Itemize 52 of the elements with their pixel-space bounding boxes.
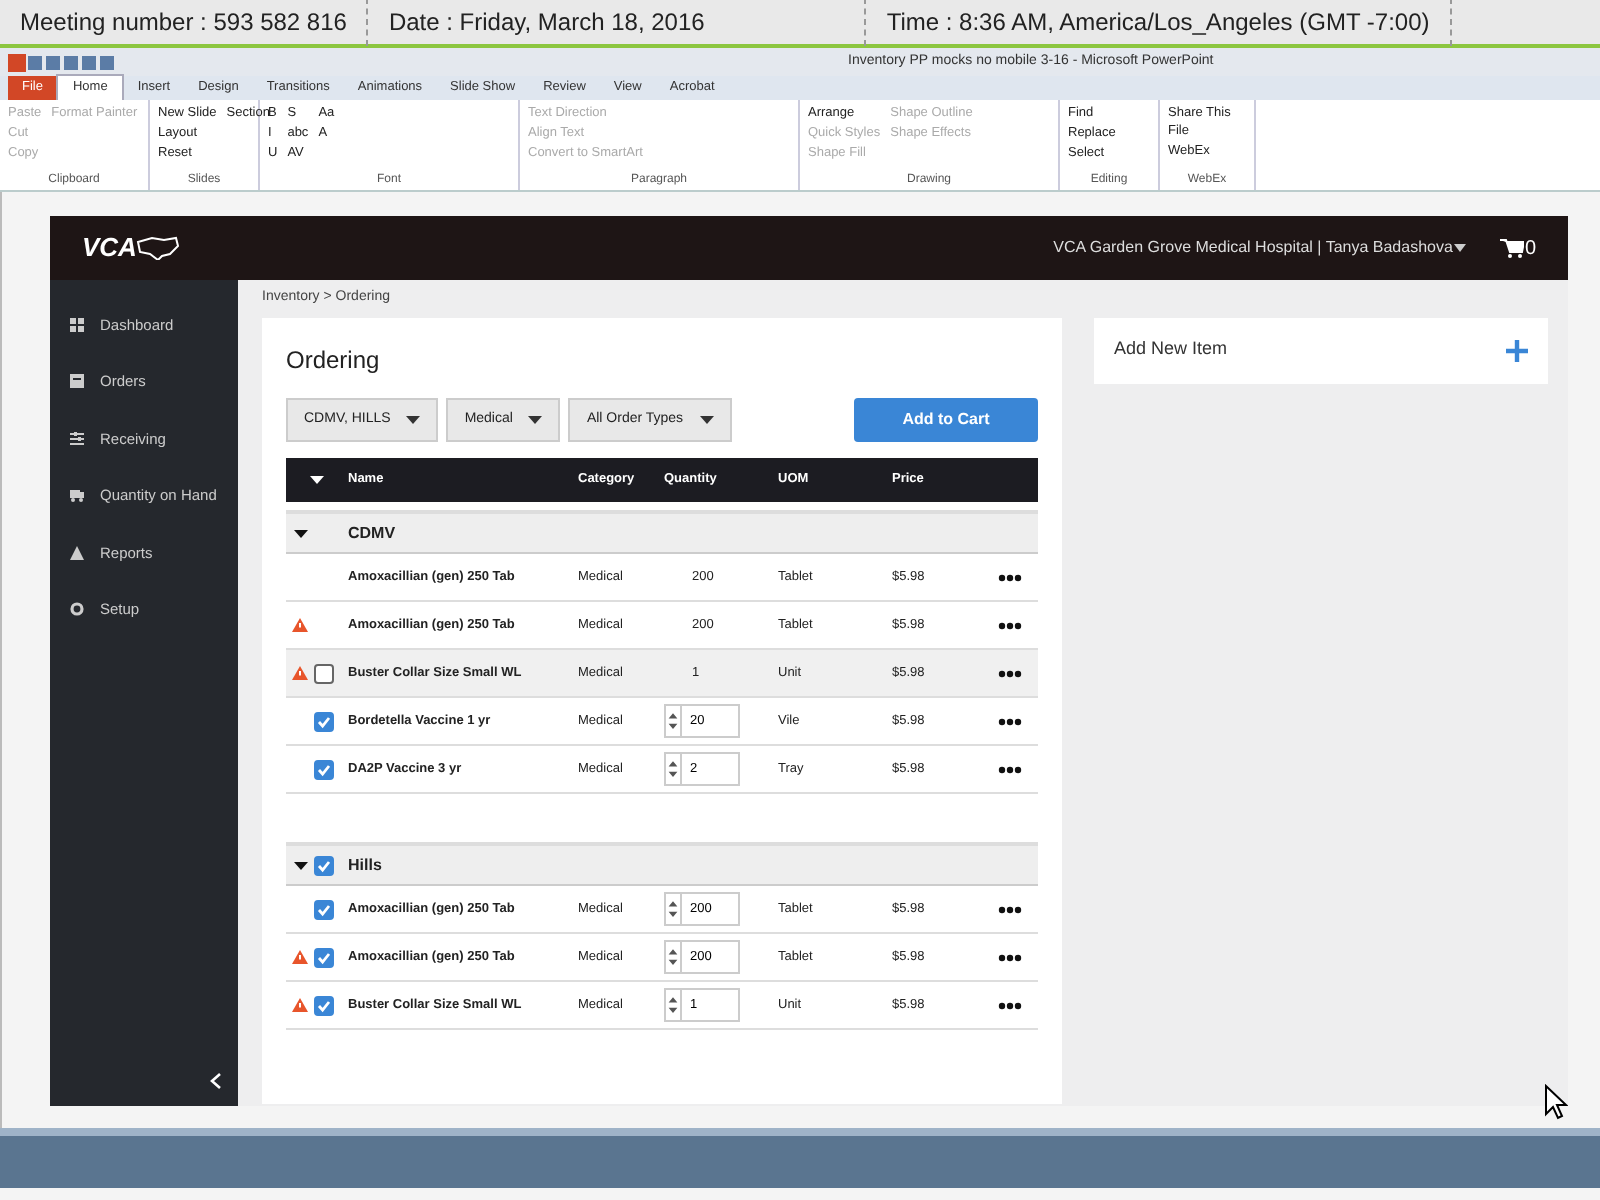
cart-icon[interactable]	[1500, 238, 1525, 258]
more-icon[interactable]	[998, 669, 1022, 677]
stepper-arrows-icon[interactable]	[664, 752, 680, 786]
warning-icon	[70, 545, 84, 560]
gear-icon	[70, 602, 84, 617]
plus-icon[interactable]	[1506, 339, 1528, 361]
meeting-info: Meeting number : 593 582 816	[0, 0, 369, 46]
meeting-info: Date : Friday, March 18, 2016	[368, 0, 867, 46]
checkbox[interactable]	[314, 899, 334, 919]
app-icon	[8, 53, 26, 71]
more-icon[interactable]	[998, 717, 1022, 725]
caret-icon[interactable]	[293, 529, 307, 537]
sliders-icon	[70, 431, 84, 446]
checkbox[interactable]	[314, 995, 334, 1015]
checkbox[interactable]	[314, 759, 334, 779]
group-name: CDMV	[348, 521, 398, 545]
map-icon	[136, 236, 181, 260]
group-row[interactable]: CDMV	[286, 510, 1038, 554]
cursor-icon	[1544, 1084, 1568, 1120]
caret-icon[interactable]	[310, 476, 324, 484]
more-icon[interactable]	[998, 621, 1022, 629]
checkbox[interactable]	[314, 711, 334, 731]
more-icon[interactable]	[998, 1001, 1022, 1009]
stepper-arrows-icon[interactable]	[664, 704, 680, 738]
more-icon[interactable]	[998, 905, 1022, 913]
chevron-left-icon[interactable]	[210, 1072, 222, 1090]
stepper-arrows-icon[interactable]	[664, 892, 680, 926]
checkbox[interactable]	[314, 855, 334, 875]
cart-count: 0	[1524, 235, 1536, 263]
card-title: Add New Item	[1114, 336, 1228, 363]
page-heading: Ordering	[286, 343, 382, 377]
grid-icon	[70, 317, 84, 332]
caret-icon	[699, 415, 714, 424]
stepper-arrows-icon[interactable]	[664, 988, 680, 1022]
caret-icon[interactable]	[1452, 242, 1469, 254]
checkbox[interactable]	[314, 663, 334, 683]
caret-icon	[528, 415, 543, 424]
group-row[interactable]: Hills	[286, 842, 1038, 886]
truck-icon	[70, 488, 84, 503]
group-name: Hills	[348, 853, 384, 877]
user-menu[interactable]: VCA Garden Grove Medical Hospital | Tanya Badashova	[1053, 236, 1453, 260]
meeting-info: Time : 8:36 AM, America/Los_Angeles (GMT -7:00)	[866, 0, 1452, 46]
more-icon[interactable]	[998, 953, 1022, 961]
add-to-cart-button[interactable]: Add to Cart	[854, 397, 1038, 442]
caret-icon[interactable]	[293, 861, 307, 869]
stepper-arrows-icon[interactable]	[664, 940, 680, 974]
more-icon[interactable]	[998, 765, 1022, 773]
checkbox[interactable]	[314, 947, 334, 967]
document-icon	[70, 374, 84, 389]
logo: VCA	[82, 230, 137, 267]
caret-icon	[406, 415, 421, 424]
more-icon[interactable]	[998, 573, 1022, 581]
